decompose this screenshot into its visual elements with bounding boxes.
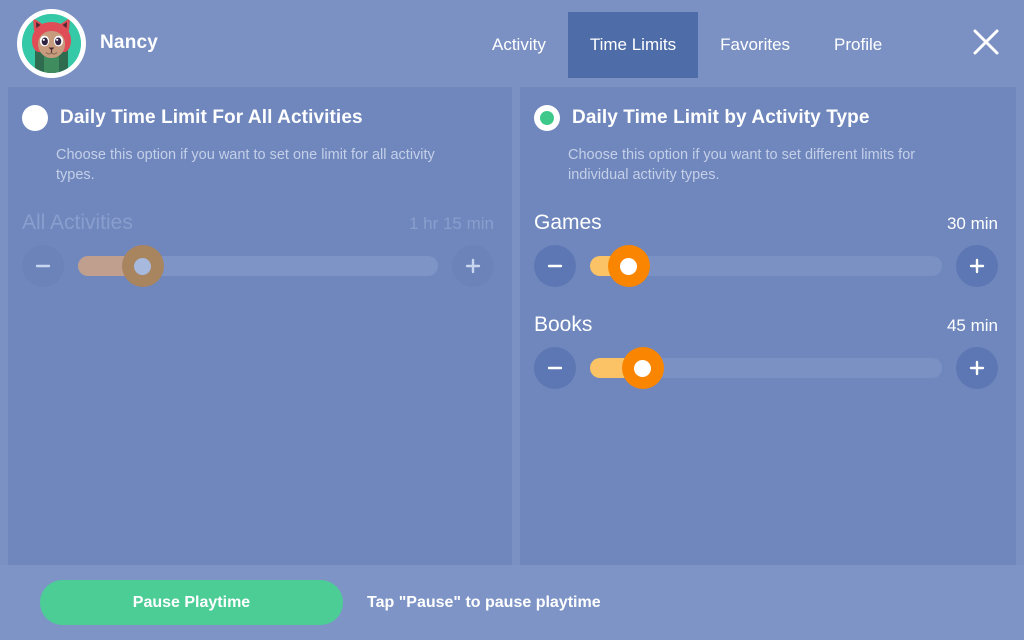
slider-label-games: Games xyxy=(534,211,602,235)
pause-hint-text: Tap "Pause" to pause playtime xyxy=(367,594,601,612)
radio-dot xyxy=(540,111,554,125)
slider-control-all-activities xyxy=(22,245,494,287)
tab-time-limits[interactable]: Time Limits xyxy=(568,12,698,78)
panel-all-activities-title: Daily Time Limit For All Activities xyxy=(60,107,363,129)
panel-divider xyxy=(512,87,520,565)
avatar xyxy=(17,9,86,78)
fox-avatar-icon xyxy=(22,14,81,73)
tab-activity[interactable]: Activity xyxy=(470,12,568,78)
slider-thumb-books[interactable] xyxy=(622,347,664,389)
slider-row-all-activities: All Activities 1 hr 15 min xyxy=(8,211,512,287)
main-nav: Activity Time Limits Favorites Profile xyxy=(470,12,904,78)
slider-labels-all-activities: All Activities 1 hr 15 min xyxy=(22,211,494,235)
slider-value-games: 30 min xyxy=(947,214,998,234)
panel-by-activity-type-title: Daily Time Limit by Activity Type xyxy=(572,107,870,129)
slider-thumb-core xyxy=(620,258,637,275)
pause-playtime-button[interactable]: Pause Playtime xyxy=(40,580,343,625)
slider-label-books: Books xyxy=(534,313,592,337)
slider-label-all-activities: All Activities xyxy=(22,211,133,235)
panel-by-activity-type[interactable]: Daily Time Limit by Activity Type Choose… xyxy=(520,87,1016,565)
slider-value-books: 45 min xyxy=(947,316,998,336)
slider-thumb-core xyxy=(634,360,651,377)
radio-by-activity-type[interactable] xyxy=(534,105,560,131)
tab-profile[interactable]: Profile xyxy=(812,12,904,78)
slider-track-games[interactable] xyxy=(590,245,942,287)
profile-chip[interactable]: Nancy xyxy=(17,8,158,78)
footer-bar: Pause Playtime Tap "Pause" to pause play… xyxy=(0,565,1024,640)
slider-thumb-all-activities[interactable] xyxy=(122,245,164,287)
slider-track-books[interactable] xyxy=(590,347,942,389)
tab-favorites[interactable]: Favorites xyxy=(698,12,812,78)
radio-all-activities[interactable] xyxy=(22,105,48,131)
slider-labels-games: Games 30 min xyxy=(534,211,998,235)
slider-control-games xyxy=(534,245,998,287)
plus-icon-books[interactable] xyxy=(956,347,998,389)
panel-all-activities[interactable]: Daily Time Limit For All Activities Choo… xyxy=(8,87,512,565)
slider-control-books xyxy=(534,347,998,389)
slider-thumb-core xyxy=(134,258,151,275)
panel-by-activity-type-header[interactable]: Daily Time Limit by Activity Type xyxy=(520,87,1016,131)
slider-row-books: Books 45 min xyxy=(520,313,1016,389)
minus-icon-books[interactable] xyxy=(534,347,576,389)
minus-icon-all-activities[interactable] xyxy=(22,245,64,287)
slider-row-games: Games 30 min xyxy=(520,211,1016,287)
slider-value-all-activities: 1 hr 15 min xyxy=(409,214,494,234)
slider-thumb-games[interactable] xyxy=(608,245,650,287)
panel-by-activity-type-description: Choose this option if you want to set di… xyxy=(568,145,978,185)
profile-name: Nancy xyxy=(100,32,158,54)
minus-icon-games[interactable] xyxy=(534,245,576,287)
panel-all-activities-header[interactable]: Daily Time Limit For All Activities xyxy=(8,87,512,131)
slider-labels-books: Books 45 min xyxy=(534,313,998,337)
plus-icon-games[interactable] xyxy=(956,245,998,287)
panel-all-activities-description: Choose this option if you want to set on… xyxy=(56,145,456,185)
panels-container: Daily Time Limit For All Activities Choo… xyxy=(0,87,1024,565)
app-header: Nancy Activity Time Limits Favorites Pro… xyxy=(0,0,1024,87)
time-limits-screen: Nancy Activity Time Limits Favorites Pro… xyxy=(0,0,1024,640)
plus-icon-all-activities[interactable] xyxy=(452,245,494,287)
slider-track-all-activities[interactable] xyxy=(78,245,438,287)
close-icon[interactable] xyxy=(966,22,1006,62)
